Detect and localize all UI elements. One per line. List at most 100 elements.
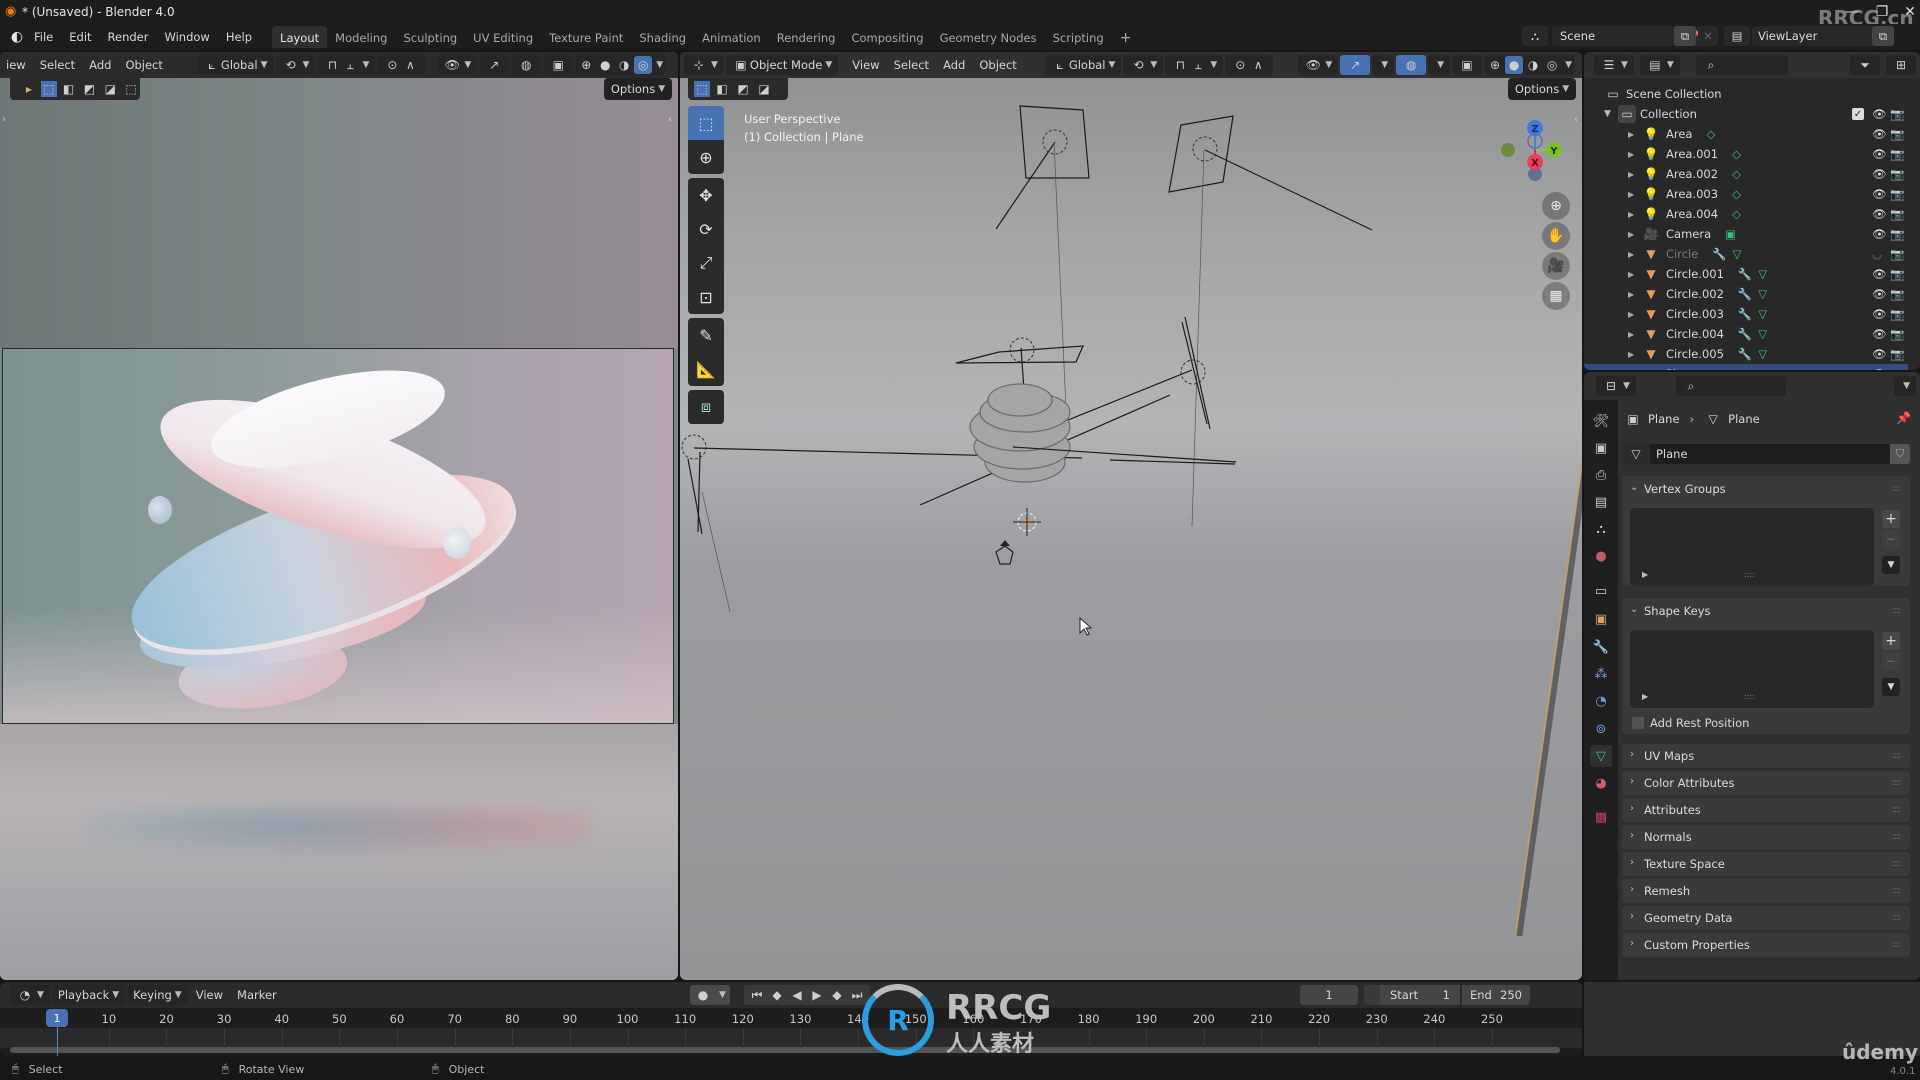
scene-selector-button[interactable]: ⛬ xyxy=(1522,26,1548,46)
expand-sidebar-arrow[interactable]: ‹ xyxy=(1574,114,1578,125)
tool-rotate[interactable]: ⟳ xyxy=(688,212,724,246)
eye-icon[interactable]: 👁 xyxy=(1872,307,1887,321)
fake-user-button[interactable]: ⛉ xyxy=(1890,444,1910,464)
expand-arrow-icon[interactable]: ▶ xyxy=(1628,370,1642,371)
eye-icon[interactable]: 👁 xyxy=(1872,107,1887,121)
material-tab[interactable]: ◕ xyxy=(1590,772,1612,794)
keying-dropdown[interactable]: Keying ▼ xyxy=(127,985,188,1005)
wireframe-shading-icon[interactable]: ⊕ xyxy=(1486,56,1504,74)
delete-scene-button[interactable]: ✕ xyxy=(1698,26,1718,46)
panel-geometry-data[interactable]: › Geometry Data:::: xyxy=(1622,906,1910,930)
editor-type-dropdown[interactable]: ⊟ ▼ xyxy=(1596,376,1636,396)
xray-toggle[interactable]: ▣ xyxy=(1452,55,1483,75)
tool-transform[interactable]: ⊡ xyxy=(688,280,724,314)
expand-arrow-icon[interactable]: ▶ xyxy=(1628,150,1642,159)
new-scene-button[interactable]: ⧉ xyxy=(1674,26,1696,46)
mesh-data-icon[interactable]: ▽ xyxy=(1758,287,1767,301)
expand-arrow-icon[interactable]: ▶ xyxy=(1628,350,1642,359)
drag-handle-icon[interactable]: :::: xyxy=(1892,778,1901,788)
menu-select[interactable]: Select xyxy=(34,55,81,75)
collection-row[interactable]: ▼ ▭ Collection ✓ 👁 📷 xyxy=(1584,104,1908,124)
render-camera-icon[interactable]: 📷 xyxy=(1890,227,1904,241)
expand-arrow-icon[interactable]: ▶ xyxy=(1628,230,1642,239)
mesh-data-icon[interactable]: ▽ xyxy=(1758,307,1767,321)
select-mode-intersect-icon[interactable]: ⬚ xyxy=(122,80,140,98)
visibility-dropdown[interactable]: 👁 ▼ xyxy=(1298,55,1339,75)
render-camera-icon[interactable]: 📷 xyxy=(1890,287,1904,301)
gizmo-toggle[interactable]: ↗ xyxy=(479,55,510,75)
select-mode-extend-icon[interactable]: ◧ xyxy=(713,80,731,98)
outliner-search-input[interactable]: ⌕ xyxy=(1695,55,1788,75)
panel-uv-maps[interactable]: › UV Maps:::: xyxy=(1622,744,1910,768)
outliner-item[interactable]: ▶ ▼ Circle.003 🔧 ▽ 👁 📷 xyxy=(1584,304,1908,324)
timeline-track[interactable] xyxy=(0,1028,1582,1048)
panel-title[interactable]: Custom Properties xyxy=(1644,938,1750,952)
chevron-down-icon[interactable]: ▼ xyxy=(1565,60,1572,70)
outliner-item[interactable]: ▶ ▼ Circle.004 🔧 ▽ 👁 📷 xyxy=(1584,324,1908,344)
outliner-item-label[interactable]: Camera xyxy=(1666,227,1711,241)
eye-icon[interactable]: 👁 xyxy=(1872,267,1887,281)
pan-view-button[interactable]: ✋ xyxy=(1542,222,1570,250)
render-preview-area[interactable]: iew Select Add Object ⟀ Global ▼ ⟲ ▼ ⊓ ⫠ ▼ ⊙ ∧… xyxy=(0,52,678,980)
light-data-icon[interactable]: ◇ xyxy=(1732,187,1741,201)
snap-toggle[interactable]: ⊓ ⫠ ▼ xyxy=(1165,55,1224,75)
outliner-area[interactable]: ☰ ▼ ▤ ▼ ⌕ ⏷ ⊞ ▭ Scene Collection ▼ ▭ Colle… xyxy=(1584,52,1920,370)
tab-scripting[interactable]: Scripting xyxy=(1045,26,1112,48)
tool-select-box[interactable]: ⬚ xyxy=(688,106,724,140)
outliner-item[interactable]: ▶ ▼ Circle 🔧 ▽ ◡ 📷 xyxy=(1584,244,1908,264)
mesh-data-icon[interactable]: ▽ xyxy=(1758,327,1767,341)
select-mode-new-icon[interactable]: ⬚ xyxy=(40,81,57,97)
select-mode-subtract-icon[interactable]: ◩ xyxy=(81,80,99,98)
tab-layout[interactable]: Layout xyxy=(272,26,328,48)
display-mode-dropdown[interactable]: ▤ ▼ xyxy=(1639,55,1680,75)
select-mode-invert-icon[interactable]: ◪ xyxy=(755,80,773,98)
tab-geometry-nodes[interactable]: Geometry Nodes xyxy=(932,26,1045,48)
current-frame-field[interactable]: 1 xyxy=(1300,985,1358,1005)
outliner-item[interactable]: ▶ 💡 Area.003 ◇ 👁 📷 xyxy=(1584,184,1908,204)
outliner-item-label[interactable]: Circle.003 xyxy=(1666,307,1724,321)
vertex-groups-title[interactable]: Vertex Groups xyxy=(1644,482,1726,496)
blender-menu-icon[interactable]: ◐ xyxy=(8,28,26,46)
eye-icon[interactable]: 👁 xyxy=(1872,187,1887,201)
render-camera-icon[interactable]: 📷 xyxy=(1890,247,1904,261)
outliner-item-label[interactable]: Area.003 xyxy=(1666,187,1718,201)
expand-arrow-icon[interactable]: ▶ xyxy=(1628,290,1642,299)
panel-title[interactable]: UV Maps xyxy=(1644,749,1694,763)
select-mode-new-icon[interactable]: ⬚ xyxy=(694,81,710,97)
outliner-item[interactable]: ▶ ▼ Circle.005 🔧 ▽ 👁 📷 xyxy=(1584,344,1908,364)
chevron-down-icon[interactable]: ▼ xyxy=(719,990,726,1000)
panel-normals[interactable]: › Normals:::: xyxy=(1622,825,1910,849)
select-mode-extend-icon[interactable]: ◧ xyxy=(60,80,78,98)
render-tab[interactable]: ▣ xyxy=(1590,437,1612,459)
mesh-data-icon[interactable]: ▽ xyxy=(1712,367,1721,370)
tab-sculpting[interactable]: Sculpting xyxy=(395,26,465,48)
drag-handle-icon[interactable]: :::: xyxy=(1892,832,1901,842)
panel-custom-properties[interactable]: › Custom Properties:::: xyxy=(1622,933,1910,957)
outliner-item-label[interactable]: Area xyxy=(1666,127,1692,141)
add-shape-key-button[interactable]: + xyxy=(1882,632,1900,650)
outliner-item-label[interactable]: Circle.002 xyxy=(1666,287,1724,301)
mesh-data-tab[interactable]: ▽ xyxy=(1590,745,1612,767)
texture-tab[interactable]: ▩ xyxy=(1590,806,1612,828)
3d-viewport-area[interactable]: ⊹ ▼ ▣ Object Mode ▼ View Select Add Object … xyxy=(680,52,1582,980)
select-mode-subtract-icon[interactable]: ◩ xyxy=(734,80,752,98)
editor-type-dropdown[interactable]: ⊹ ▼ xyxy=(684,55,724,75)
chevron-right-icon[interactable]: › xyxy=(1630,830,1634,841)
list-resize-handle[interactable]: :::: xyxy=(1744,570,1755,579)
filter-dropdown[interactable]: ⏷ xyxy=(1850,55,1880,75)
menu-add[interactable]: Add xyxy=(937,55,971,75)
light-data-icon[interactable]: ◇ xyxy=(1732,207,1741,221)
options-dropdown[interactable]: Options ▼ xyxy=(604,78,672,100)
expand-filter-icon[interactable]: ▶ xyxy=(1642,570,1648,579)
tab-animation[interactable]: Animation xyxy=(694,26,769,48)
tab-uv-editing[interactable]: UV Editing xyxy=(465,26,541,48)
light-data-icon[interactable]: ◇ xyxy=(1706,127,1715,141)
tab-compositing[interactable]: Compositing xyxy=(843,26,931,48)
modifier-icon[interactable]: 🔧 xyxy=(1712,247,1726,261)
add-rest-position-checkbox[interactable] xyxy=(1632,717,1644,729)
constraints-tab[interactable]: ⊚ xyxy=(1590,718,1612,740)
chevron-right-icon[interactable]: › xyxy=(1630,749,1634,760)
render-camera-icon[interactable]: 📷 xyxy=(1890,327,1904,341)
render-camera-icon[interactable]: 📷 xyxy=(1890,367,1904,370)
mesh-data-icon[interactable]: ▽ xyxy=(1758,267,1767,281)
